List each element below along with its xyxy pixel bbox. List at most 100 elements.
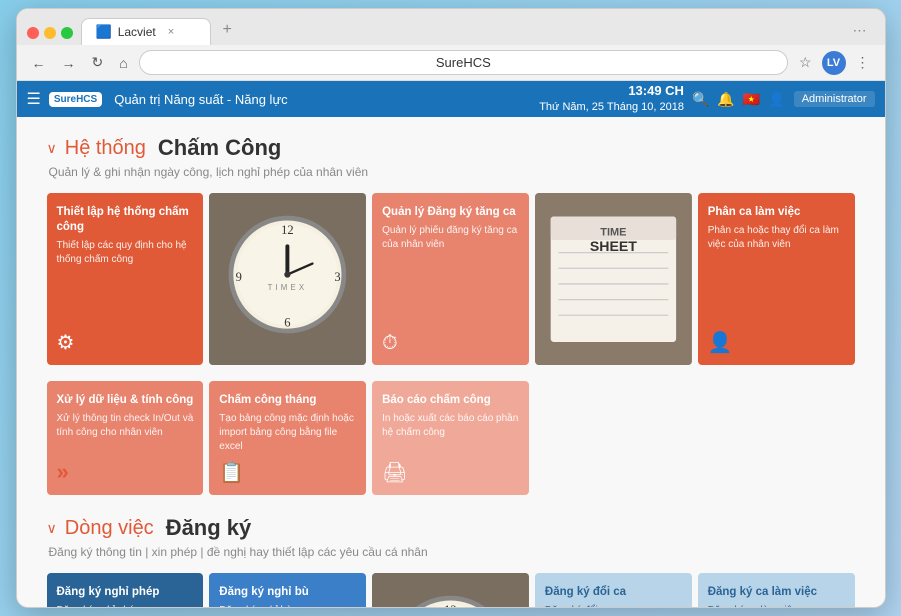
- tile-doi-ca-desc: Đăng ký đổi ca: [545, 604, 682, 607]
- hamburger-icon[interactable]: ☰: [27, 89, 41, 109]
- tile-xu-ly-desc: Xử lý thông tin check In/Out và tính côn…: [57, 412, 194, 440]
- tile-ca-lam-viec-title: Đăng ký ca làm việc: [708, 585, 845, 600]
- tile-thiet-lap-icon: ⚙: [57, 330, 75, 355]
- tile-cham-cong-thang[interactable]: Chấm công tháng Tạo bảng công mặc định h…: [209, 381, 366, 495]
- header-right: 13:49 CH Thứ Năm, 25 Tháng 10, 2018 🔍 🔔 …: [539, 83, 874, 114]
- tile-thiet-lap-desc: Thiết lập các quy định cho hệ thống chấm…: [57, 239, 194, 267]
- tile-grid-row2: Xử lý dữ liệu & tính công Xử lý thông ti…: [47, 381, 855, 495]
- tile-bao-cao[interactable]: Báo cáo chấm công In hoặc xuất các báo c…: [372, 381, 529, 495]
- tab-label: Lacviet: [118, 25, 156, 39]
- tile-cham-cong-thang-desc: Tạo bảng công mặc định hoặc import bảng …: [219, 412, 356, 454]
- notification-icon-button[interactable]: 🔔: [717, 91, 734, 108]
- svg-text:12: 12: [444, 603, 457, 607]
- tile-bao-cao-desc: In hoặc xuất các báo cáo phần hệ chấm cô…: [382, 412, 519, 440]
- home-button[interactable]: ⌂: [114, 52, 132, 74]
- section1-toggle[interactable]: ∨: [47, 140, 57, 157]
- section1-title-light: Hệ thống: [65, 137, 146, 160]
- address-bar[interactable]: SureHCS: [139, 50, 788, 75]
- maximize-button[interactable]: [61, 27, 73, 39]
- section2: ∨ Dòng việc Đăng ký Đăng ký thông tin | …: [47, 515, 855, 607]
- tab-more-button[interactable]: ⋯: [845, 18, 875, 43]
- forward-button[interactable]: →: [57, 52, 81, 74]
- tile-grid-row3: Đăng ký nghỉ phép Đăng ký nghỉ phép © Đă…: [47, 573, 855, 607]
- refresh-button[interactable]: ↻: [87, 51, 109, 74]
- timesheet-svg: TIME SHEET: [535, 193, 692, 365]
- app-time: 13:49 CH Thứ Năm, 25 Tháng 10, 2018: [539, 83, 684, 114]
- svg-text:3: 3: [335, 270, 341, 284]
- search-icon-button[interactable]: 🔍: [692, 91, 709, 108]
- tile-bao-cao-icon: 🖨: [382, 460, 407, 485]
- active-tab[interactable]: 🟦 Lacviet ×: [81, 18, 211, 45]
- tile-thiet-lap[interactable]: Thiết lập hệ thống chấm công Thiết lập c…: [47, 193, 204, 365]
- tile-nghi-bu-title: Đăng ký nghỉ bù: [219, 585, 356, 600]
- app-header: ☰ SureHCS Quản trị Năng suất - Năng lực …: [17, 81, 885, 117]
- section2-toggle[interactable]: ∨: [47, 520, 57, 537]
- tile-nghi-phep-desc: Đăng ký nghỉ phép: [57, 604, 194, 607]
- admin-label[interactable]: Administrator: [794, 91, 875, 107]
- browser-window: 🟦 Lacviet × + ⋯ ← → ↻ ⌂ SureHCS ☆ LV ⋮ ☰…: [16, 8, 886, 608]
- empty-tile-1: [535, 381, 692, 495]
- tile-nghi-phep-title: Đăng ký nghỉ phép: [57, 585, 194, 600]
- section2-header: ∨ Dòng việc Đăng ký: [47, 515, 855, 541]
- section2-title-light: Dòng việc: [65, 517, 154, 540]
- section1-header: ∨ Hệ thống Chấm Công: [47, 135, 855, 161]
- tile-cham-cong-thang-title: Chấm công tháng: [219, 393, 356, 408]
- minimize-button[interactable]: [44, 27, 56, 39]
- tile-clock-photo: 12 3 6 9 TIMEX: [209, 193, 366, 365]
- tile-phan-ca[interactable]: Phân ca làm việc Phân ca hoặc thay đổi c…: [698, 193, 855, 365]
- main-content: ∨ Hệ thống Chấm Công Quản lý & ghi nhận …: [17, 117, 885, 607]
- tile-tang-ca-title: Quản lý Đăng ký tăng ca: [382, 205, 519, 220]
- section1-subtitle: Quản lý & ghi nhận ngày công, lịch nghỉ …: [49, 165, 855, 179]
- empty-tile-2: [698, 381, 855, 495]
- tile-tang-ca[interactable]: Quản lý Đăng ký tăng ca Quản lý phiếu đă…: [372, 193, 529, 365]
- tile-ca-lam-viec[interactable]: Đăng ký ca làm việc Đăng ký ca làm việc …: [698, 573, 855, 607]
- svg-text:6: 6: [285, 315, 291, 329]
- back-button[interactable]: ←: [27, 52, 51, 74]
- close-button[interactable]: [27, 27, 39, 39]
- section2-title-bold: Đăng ký: [166, 515, 252, 541]
- app-logo: SureHCS: [49, 92, 102, 107]
- tab-favicon-icon: 🟦: [96, 24, 112, 40]
- tile-doi-ca-title: Đăng ký đổi ca: [545, 585, 682, 600]
- tile-xu-ly[interactable]: Xử lý dữ liệu & tính công Xử lý thông ti…: [47, 381, 204, 495]
- title-bar: 🟦 Lacviet × + ⋯: [17, 9, 885, 45]
- user-icon-button[interactable]: 👤: [768, 91, 785, 108]
- tile-tang-ca-desc: Quản lý phiếu đăng ký tăng ca của nhân v…: [382, 224, 519, 252]
- tile-bao-cao-title: Báo cáo chấm công: [382, 393, 519, 408]
- tile-xu-ly-title: Xử lý dữ liệu & tính công: [57, 393, 194, 408]
- tile-phan-ca-title: Phân ca làm việc: [708, 205, 845, 220]
- tile-ca-lam-viec-desc: Đăng ký ca làm việc: [708, 604, 845, 607]
- tile-grid-row1: Thiết lập hệ thống chấm công Thiết lập c…: [47, 193, 855, 365]
- svg-text:12: 12: [281, 223, 294, 237]
- svg-text:TIME: TIME: [600, 226, 626, 238]
- svg-text:TIMEX: TIMEX: [268, 283, 308, 292]
- language-flag[interactable]: 🇻🇳: [743, 91, 760, 108]
- tile-cham-cong-thang-icon: 📋: [219, 460, 244, 485]
- tab-close-button[interactable]: ×: [168, 26, 174, 38]
- bookmark-button[interactable]: ☆: [794, 51, 817, 74]
- tab-bar: 🟦 Lacviet × +: [81, 17, 240, 45]
- more-options-button[interactable]: ⋮: [851, 51, 875, 74]
- logo-icon: SureHCS: [49, 92, 102, 107]
- nav-right: ☆ LV ⋮: [794, 51, 875, 75]
- tile-xu-ly-icon: »: [57, 459, 69, 485]
- tile-timesheet-photo: TIME SHEET: [535, 193, 692, 365]
- svg-text:SHEET: SHEET: [590, 238, 637, 254]
- section1-title-bold: Chấm Công: [158, 135, 281, 161]
- tile-doi-ca[interactable]: Đăng ký đổi ca Đăng ký đổi ca ↻: [535, 573, 692, 607]
- time-display: 13:49 CH: [539, 83, 684, 100]
- profile-button[interactable]: LV: [822, 51, 846, 75]
- clock-svg-2: 12 3 6 9 TIMEX: [372, 573, 529, 607]
- traffic-lights: [27, 27, 73, 39]
- clock-svg: 12 3 6 9 TIMEX: [209, 193, 366, 365]
- tile-nghi-bu[interactable]: Đăng ký nghỉ bù Đăng ký nghỉ bù 1 ›: [209, 573, 366, 607]
- section2-subtitle: Đăng ký thông tin | xin phép | đề nghị h…: [49, 545, 855, 559]
- date-display: Thứ Năm, 25 Tháng 10, 2018: [539, 100, 684, 114]
- nav-title: Quản trị Năng suất - Năng lực: [114, 92, 539, 107]
- nav-bar: ← → ↻ ⌂ SureHCS ☆ LV ⋮: [17, 45, 885, 81]
- tile-phan-ca-desc: Phân ca hoặc thay đổi ca làm việc của nh…: [708, 224, 845, 252]
- tile-tang-ca-icon: ⏱: [382, 332, 398, 355]
- new-tab-button[interactable]: +: [215, 17, 240, 43]
- tile-thiet-lap-title: Thiết lập hệ thống chấm công: [57, 205, 194, 235]
- tile-nghi-phep[interactable]: Đăng ký nghỉ phép Đăng ký nghỉ phép ©: [47, 573, 204, 607]
